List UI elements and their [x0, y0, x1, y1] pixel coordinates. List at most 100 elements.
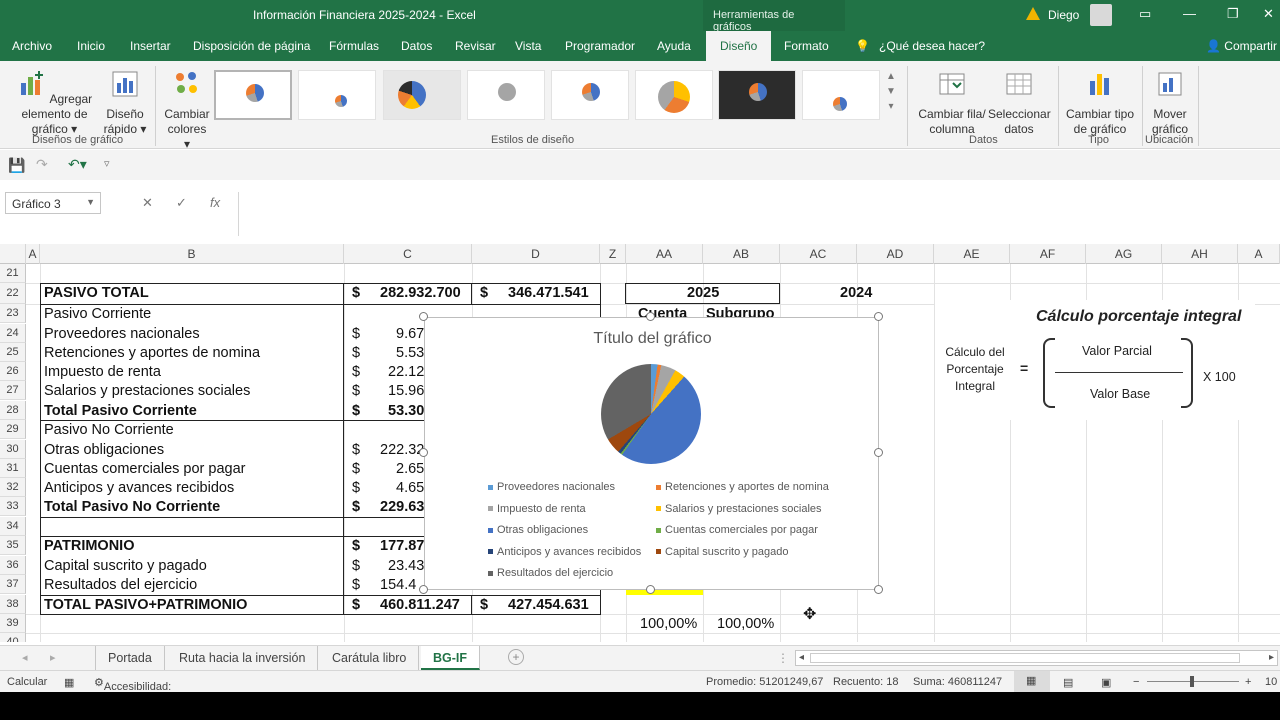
page-break-icon[interactable]: ▣: [1101, 676, 1111, 689]
zoom-in-icon[interactable]: +: [1245, 676, 1251, 688]
page-layout-icon[interactable]: ▤: [1063, 676, 1073, 689]
select-all-corner[interactable]: [0, 244, 26, 264]
tab-ayuda[interactable]: Ayuda: [657, 39, 691, 53]
chart-style-6[interactable]: [635, 70, 713, 120]
row-header[interactable]: 39: [0, 614, 26, 633]
row-header[interactable]: 28: [0, 401, 26, 420]
tab-datos[interactable]: Datos: [401, 39, 432, 53]
sheet-tab-ruta[interactable]: Ruta hacia la inversión: [167, 646, 319, 670]
row-header[interactable]: 32: [0, 478, 26, 497]
name-box[interactable]: Gráfico 3 ▼: [5, 192, 101, 214]
column-header[interactable]: AB: [703, 244, 780, 264]
zoom-thumb[interactable]: [1190, 676, 1194, 687]
change-chart-type-button[interactable]: Cambiar tipo de gráfico: [1064, 69, 1136, 137]
legend-item[interactable]: Retenciones y aportes de nomina: [656, 481, 829, 493]
row-header[interactable]: 31: [0, 459, 26, 478]
row-header[interactable]: 35: [0, 536, 26, 555]
ribbon-display-icon[interactable]: ▭: [1139, 6, 1151, 22]
row-header[interactable]: 30: [0, 440, 26, 459]
undo-icon[interactable]: ↶▾: [68, 156, 87, 173]
chart-style-3[interactable]: [383, 70, 461, 120]
row-header[interactable]: 22: [0, 283, 26, 304]
macro-record-icon[interactable]: ▦: [64, 676, 74, 689]
tab-programador[interactable]: Programador: [565, 39, 635, 53]
column-header[interactable]: AA: [626, 244, 703, 264]
accessibility-status[interactable]: ⚙ Accesibilidad: es necesario investigar: [94, 676, 171, 717]
row-header[interactable]: 33: [0, 497, 26, 516]
legend-item[interactable]: Otras obligaciones: [488, 524, 588, 536]
legend-item[interactable]: Proveedores nacionales: [488, 481, 615, 493]
column-header[interactable]: AF: [1010, 244, 1086, 264]
change-colors-button[interactable]: Cambiar colores ▾: [163, 69, 211, 152]
tab-inicio[interactable]: Inicio: [77, 39, 105, 53]
chart-style-8[interactable]: [802, 70, 880, 120]
tab-formulas[interactable]: Fórmulas: [329, 39, 379, 53]
column-header[interactable]: AD: [857, 244, 934, 264]
warning-icon[interactable]: [1026, 7, 1040, 20]
chart-style-7[interactable]: [718, 70, 796, 120]
splitter-icon[interactable]: ⋮: [777, 651, 789, 665]
save-icon[interactable]: 💾: [8, 157, 25, 174]
column-header[interactable]: Z: [600, 244, 626, 264]
resize-handle[interactable]: [874, 312, 883, 321]
sheet-tab-bg-if[interactable]: BG-IF: [421, 646, 481, 670]
row-header[interactable]: 40: [0, 633, 26, 642]
chart-title[interactable]: Título del gráfico: [425, 330, 880, 348]
column-header[interactable]: AH: [1162, 244, 1238, 264]
legend-item[interactable]: Anticipos y avances recibidos: [488, 546, 641, 558]
row-header[interactable]: 34: [0, 517, 26, 536]
move-chart-button[interactable]: Mover gráfico: [1146, 69, 1194, 137]
legend-item[interactable]: Impuesto de renta: [488, 503, 586, 515]
add-chart-element-button[interactable]: Agregar elemento de gráfico ▾: [8, 69, 101, 137]
column-header[interactable]: AG: [1086, 244, 1162, 264]
column-header[interactable]: A: [1238, 244, 1280, 264]
sheet-tab-portada[interactable]: Portada: [95, 646, 165, 670]
scroll-right-icon[interactable]: ▸: [1269, 652, 1274, 663]
scroll-left-icon[interactable]: ◂: [799, 652, 804, 663]
row-header[interactable]: 25: [0, 343, 26, 362]
column-header[interactable]: AE: [934, 244, 1010, 264]
resize-handle[interactable]: [646, 585, 655, 594]
scroll-thumb[interactable]: [810, 653, 1240, 663]
insert-function-icon[interactable]: fx: [210, 195, 220, 210]
restore-button[interactable]: ❐: [1227, 6, 1239, 22]
tab-diseno[interactable]: Diseño: [706, 31, 772, 61]
chart-style-2[interactable]: [298, 70, 376, 120]
chart-style-1[interactable]: [214, 70, 292, 120]
redo-icon[interactable]: ↷: [36, 156, 48, 173]
resize-handle[interactable]: [874, 448, 883, 457]
row-header[interactable]: 38: [0, 595, 26, 614]
legend-item[interactable]: Resultados del ejercicio: [488, 567, 613, 579]
chart-style-4[interactable]: [467, 70, 545, 120]
status-sum[interactable]: Suma: 460811247: [913, 676, 1002, 688]
row-header[interactable]: 24: [0, 324, 26, 343]
tab-insertar[interactable]: Insertar: [130, 39, 171, 53]
row-header[interactable]: 23: [0, 304, 26, 323]
pie-chart[interactable]: Título del gráfico Proveedores nacionale…: [424, 317, 879, 590]
horizontal-scrollbar[interactable]: ◂ ▸: [795, 650, 1278, 666]
resize-handle[interactable]: [646, 312, 655, 321]
column-header[interactable]: A: [26, 244, 40, 264]
tab-vista[interactable]: Vista: [515, 39, 541, 53]
calc-mode[interactable]: Calcular: [7, 676, 47, 688]
status-count[interactable]: Recuento: 18: [833, 676, 898, 688]
row-header[interactable]: 36: [0, 556, 26, 575]
switch-row-column-button[interactable]: Cambiar fila/ columna: [914, 69, 990, 137]
close-button[interactable]: ✕: [1263, 6, 1274, 22]
tab-archivo[interactable]: Archivo: [12, 39, 52, 53]
pie-plot[interactable]: [601, 364, 701, 464]
tab-revisar[interactable]: Revisar: [455, 39, 496, 53]
scroll-right-icon[interactable]: ▸: [50, 651, 56, 664]
row-header[interactable]: 21: [0, 264, 26, 283]
column-header[interactable]: C: [344, 244, 472, 264]
column-header[interactable]: B: [40, 244, 344, 264]
resize-handle[interactable]: [419, 585, 428, 594]
column-header[interactable]: D: [472, 244, 600, 264]
tab-disposicion[interactable]: Disposición de página: [193, 39, 310, 53]
enter-icon[interactable]: ✓: [176, 195, 187, 211]
status-average[interactable]: Promedio: 51201249,67: [706, 676, 823, 688]
resize-handle[interactable]: [874, 585, 883, 594]
sheet-tab-caratula[interactable]: Carátula libro: [320, 646, 420, 670]
tab-formato[interactable]: Formato: [784, 39, 829, 53]
customize-qat-icon[interactable]: ▿: [104, 157, 110, 170]
